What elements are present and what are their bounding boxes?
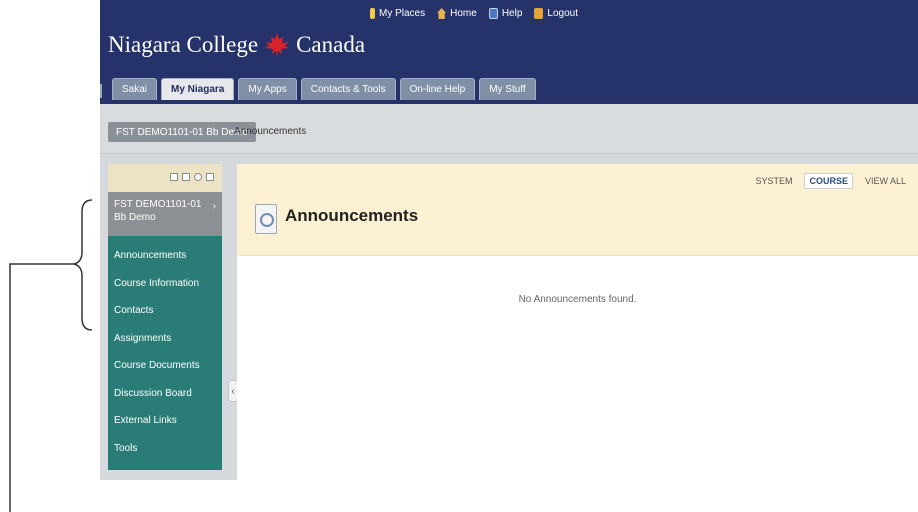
home-link[interactable]: Home xyxy=(437,8,477,19)
view-system-button[interactable]: SYSTEM xyxy=(751,174,796,188)
menu-tools xyxy=(170,173,214,181)
screenshot-frame: My Places Home Help Logout Niagara Colle… xyxy=(100,0,918,480)
main-tabs: Sakai My Niagara My Apps Contacts & Tool… xyxy=(112,78,536,100)
sidebar-item-course-information[interactable]: Course Information xyxy=(108,270,222,298)
chevron-right-icon: › xyxy=(212,201,216,212)
tab-label: My Stuff xyxy=(489,84,526,95)
sidebar-course-title[interactable]: FST DEMO1101-01 Bb Demo › xyxy=(108,192,222,236)
tab-my-stuff[interactable]: My Stuff xyxy=(479,78,536,100)
places-icon xyxy=(370,8,375,19)
view-switch: SYSTEM COURSE VIEW ALL xyxy=(751,173,910,189)
add-menu-item-icon[interactable] xyxy=(170,173,178,181)
tab-label: Contacts & Tools xyxy=(310,84,386,95)
tab-label: Sakai xyxy=(122,84,148,95)
sidebar-item-assignments[interactable]: Assignments xyxy=(108,325,222,353)
sidebar-item-external-links[interactable]: External Links xyxy=(108,407,222,435)
logout-link[interactable]: Logout xyxy=(534,8,578,19)
sidebar-item-discussion-board[interactable]: Discussion Board xyxy=(108,380,222,408)
tab-scroll-left[interactable] xyxy=(100,84,102,98)
course-title-label: FST DEMO1101-01 Bb Demo xyxy=(114,199,202,223)
chevron-left-icon: ‹ xyxy=(231,385,235,397)
page-title: Announcements xyxy=(285,206,419,225)
logo-text-right: Canada xyxy=(296,32,366,57)
content-header: SYSTEM COURSE VIEW ALL Announcements xyxy=(237,164,918,256)
home-label: Home xyxy=(450,8,477,19)
tab-label: My Apps xyxy=(248,84,287,95)
help-icon xyxy=(488,8,498,19)
sidebar-item-tools[interactable]: Tools xyxy=(108,435,222,463)
tab-my-apps[interactable]: My Apps xyxy=(238,78,297,100)
my-places-label: My Places xyxy=(379,8,426,19)
tab-label: My Niagara xyxy=(171,84,225,95)
view-all-button[interactable]: VIEW ALL xyxy=(861,174,910,188)
breadcrumb-page: Announcements xyxy=(234,126,307,137)
course-menu-list: Announcements Course Information Contact… xyxy=(108,242,222,462)
tab-label: On-line Help xyxy=(409,84,466,95)
course-menu-toolbar xyxy=(108,164,222,192)
top-header: My Places Home Help Logout Niagara Colle… xyxy=(100,0,918,104)
college-logo[interactable]: Niagara College Canada xyxy=(108,32,365,58)
logout-label: Logout xyxy=(547,8,578,19)
logout-icon xyxy=(534,8,544,19)
logo-text-left: Niagara College xyxy=(108,32,259,57)
empty-state-message: No Announcements found. xyxy=(518,294,637,305)
course-menu: FST DEMO1101-01 Bb Demo › Announcements … xyxy=(108,164,222,470)
tab-contacts-tools[interactable]: Contacts & Tools xyxy=(300,78,396,100)
sidebar-item-course-documents[interactable]: Course Documents xyxy=(108,352,222,380)
sort-icon[interactable] xyxy=(206,173,214,181)
callout-line xyxy=(9,263,74,512)
folder-view-icon[interactable] xyxy=(182,173,190,181)
sidebar-item-contacts[interactable]: Contacts xyxy=(108,297,222,325)
tab-sakai[interactable]: Sakai xyxy=(112,78,158,100)
brace-path xyxy=(73,199,93,331)
help-link[interactable]: Help xyxy=(488,8,523,19)
refresh-icon[interactable] xyxy=(194,173,202,181)
tab-my-niagara[interactable]: My Niagara xyxy=(161,78,235,100)
tab-online-help[interactable]: On-line Help xyxy=(399,78,476,100)
sidebar-item-announcements[interactable]: Announcements xyxy=(108,242,222,270)
announcements-icon xyxy=(255,204,277,234)
home-icon xyxy=(437,8,447,19)
my-places-link[interactable]: My Places xyxy=(370,8,425,19)
maple-leaf-icon xyxy=(265,33,290,57)
main-content: SYSTEM COURSE VIEW ALL Announcements No … xyxy=(237,164,918,480)
help-label: Help xyxy=(501,8,523,19)
top-links: My Places Home Help Logout xyxy=(370,8,578,19)
view-course-button[interactable]: COURSE xyxy=(804,173,853,189)
